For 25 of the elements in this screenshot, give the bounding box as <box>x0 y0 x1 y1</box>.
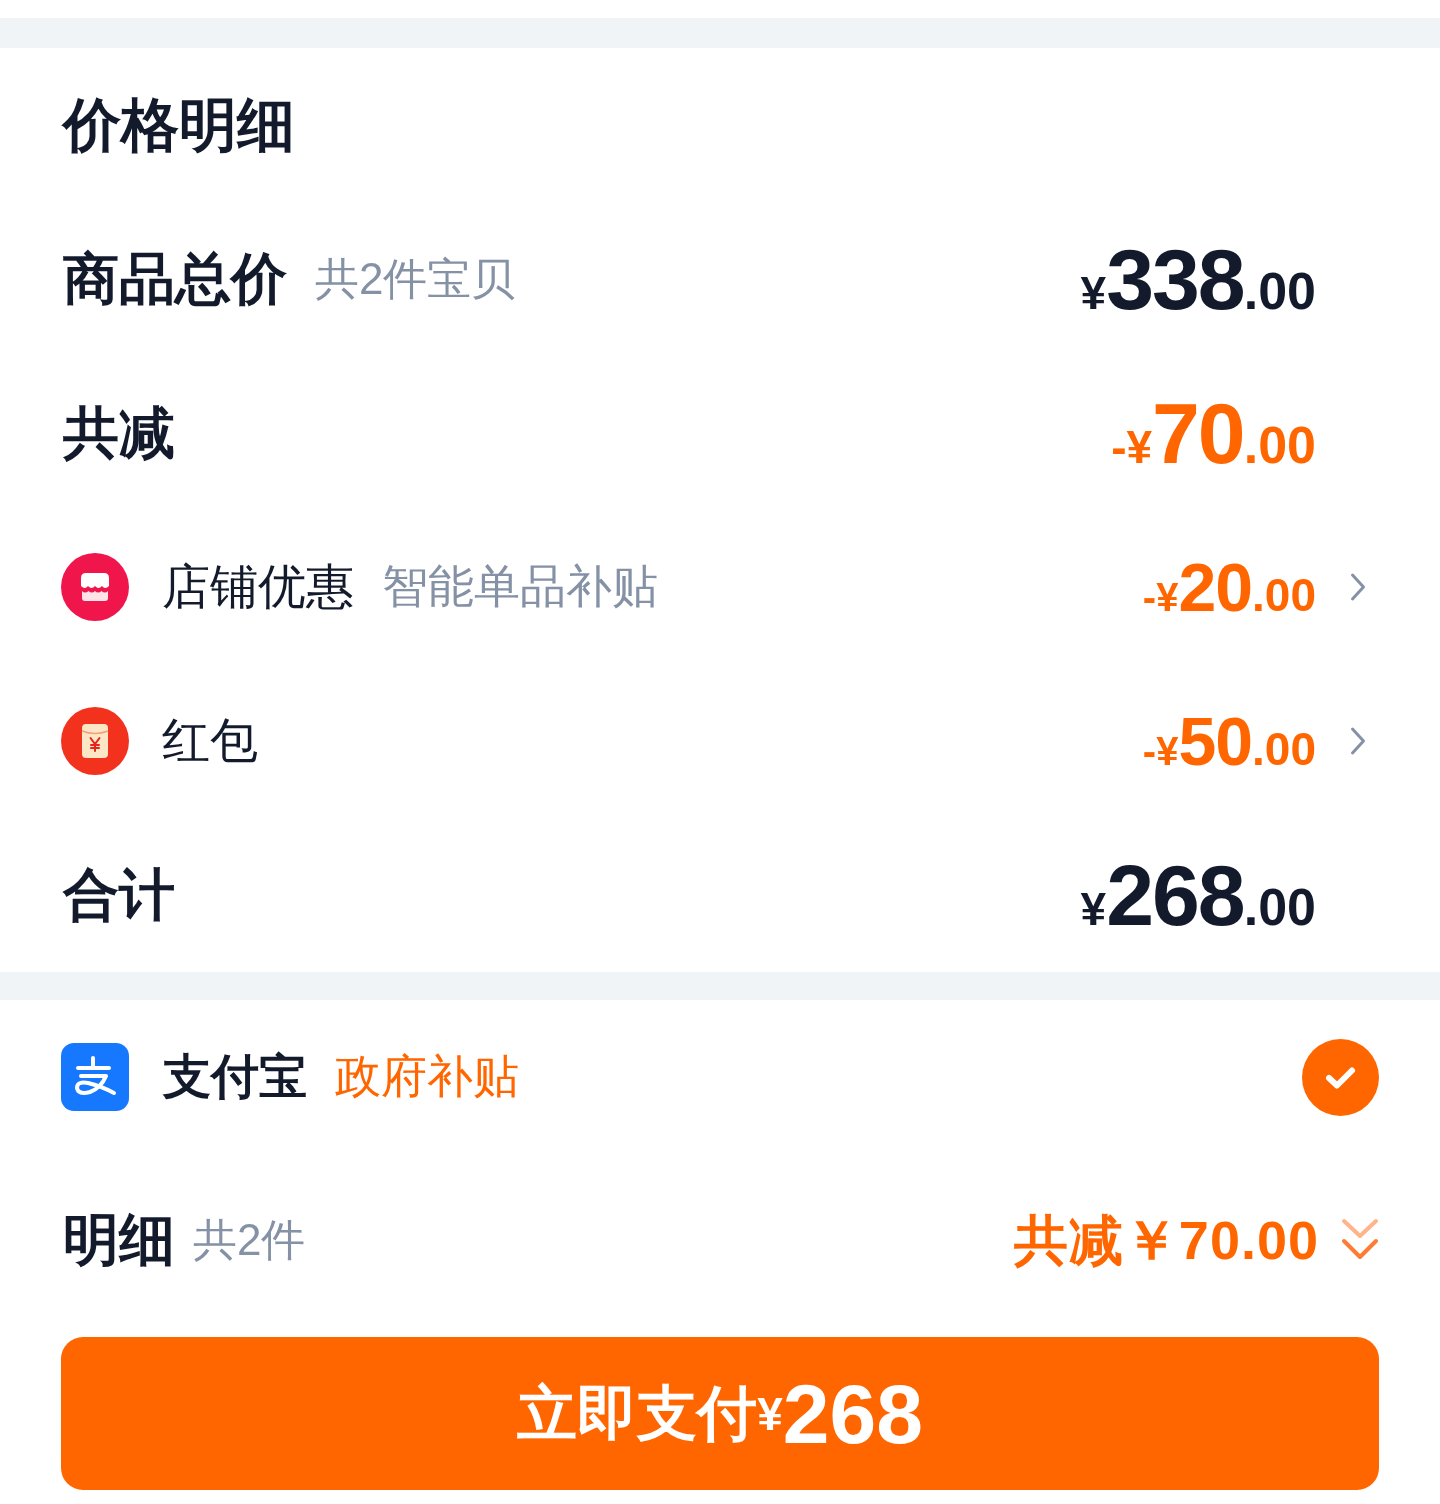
chevron-right-icon[interactable] <box>1350 726 1366 756</box>
chevron-right-icon[interactable] <box>1350 572 1366 602</box>
money-envelope-icon <box>61 707 129 775</box>
price-amount: -¥50.00 <box>1142 707 1316 775</box>
app-logo-icon <box>61 1043 129 1111</box>
row-label: 红包 <box>162 713 258 770</box>
payment-tag: 政府补贴 <box>335 1049 519 1105</box>
price-amount: -¥70.00 <box>1111 390 1316 476</box>
row-label: 商品总价 <box>62 246 287 313</box>
shop-icon <box>61 553 129 621</box>
check-icon[interactable] <box>1302 1038 1379 1116</box>
price-amount: -¥20.00 <box>1142 553 1316 621</box>
pay-button[interactable]: 立即支付¥268 <box>61 1337 1379 1490</box>
row-note: 共2件宝贝 <box>315 252 516 305</box>
discount-summary: 共减￥70.00 <box>1013 1208 1319 1272</box>
row-label: 共减 <box>62 400 175 467</box>
detail-label: 明细 <box>62 1207 175 1274</box>
row-label: 店铺优惠 <box>162 559 354 616</box>
row-label: 合计 <box>61 862 175 929</box>
item-count: 共2件 <box>193 1213 306 1266</box>
payment-name: 支付宝 <box>163 1049 307 1106</box>
price-amount: ¥268.00 <box>1080 852 1316 938</box>
price-amount: ¥338.00 <box>1080 236 1316 322</box>
row-note: 智能单品补贴 <box>382 559 658 615</box>
section-title: 价格明细 <box>61 91 295 160</box>
